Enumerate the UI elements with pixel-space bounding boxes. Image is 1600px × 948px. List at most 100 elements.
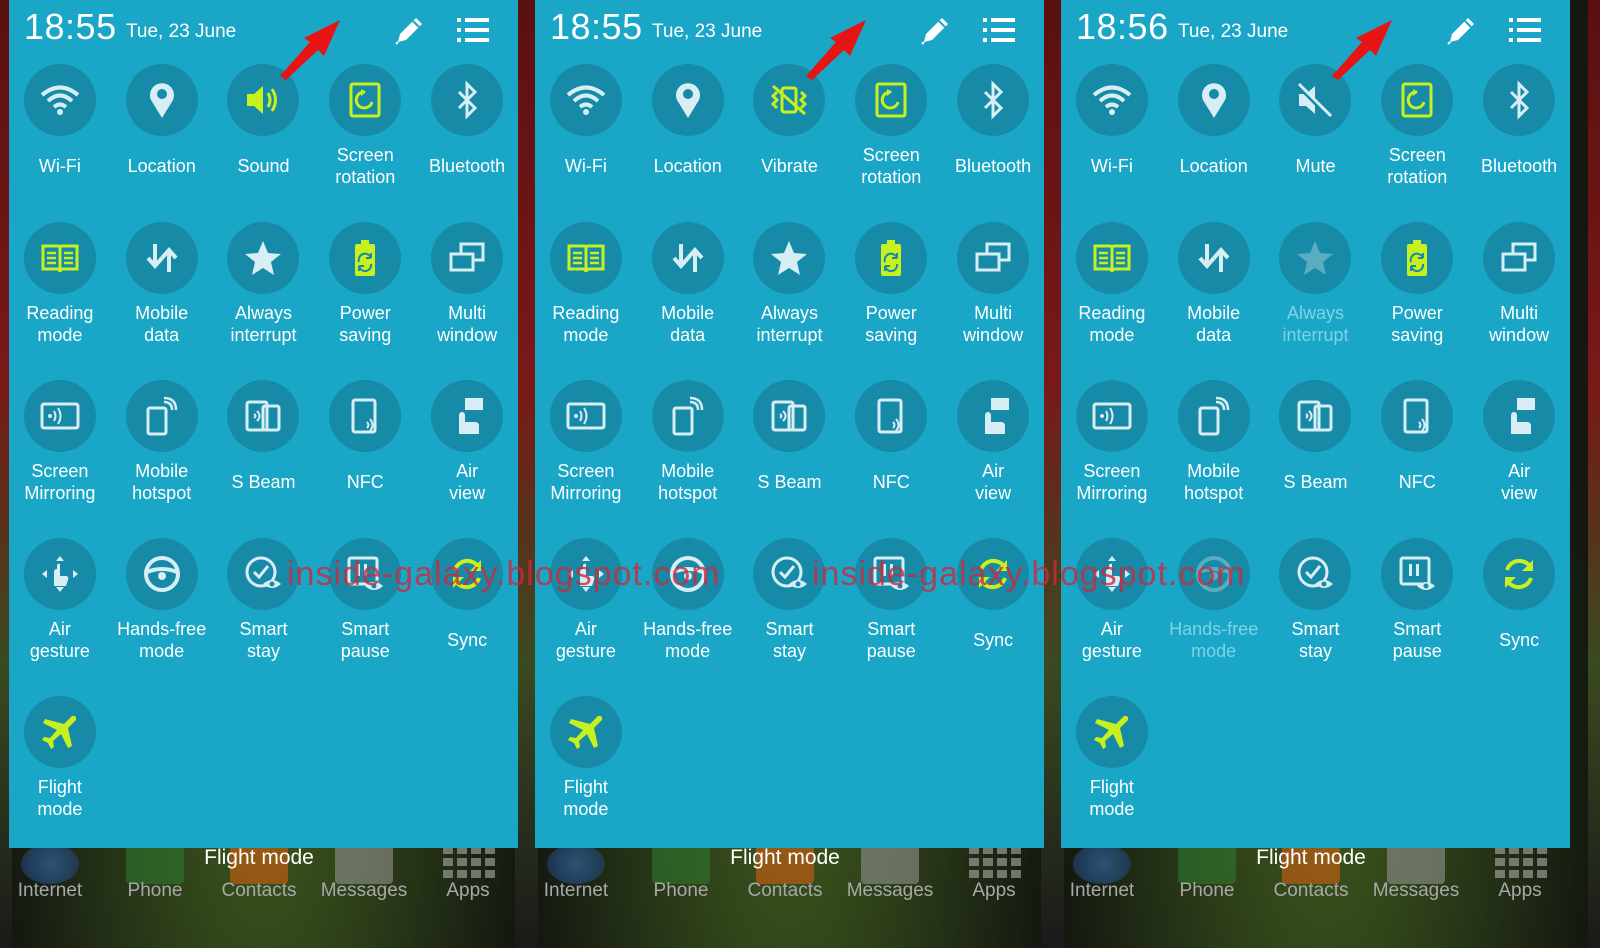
toggle-screen-mirroring[interactable]: Screen Mirroring <box>9 380 111 538</box>
s-beam-icon[interactable] <box>1279 380 1352 452</box>
toggle-screen-mirroring[interactable]: Screen Mirroring <box>1061 380 1163 538</box>
mobile-data-icon[interactable] <box>1177 222 1250 294</box>
dock-label-internet[interactable]: Internet <box>544 880 608 902</box>
toggle-mobile-data[interactable]: Mobile data <box>1163 222 1265 380</box>
toggle-multi-window[interactable]: Multi window <box>416 222 518 380</box>
s-beam-icon[interactable] <box>753 380 826 452</box>
toggle-reading-mode[interactable]: Reading mode <box>535 222 637 380</box>
nfc-icon[interactable] <box>855 380 928 452</box>
location-icon[interactable] <box>1177 64 1250 136</box>
dock-label-apps[interactable]: Apps <box>972 880 1015 902</box>
toggle-mobile-data[interactable]: Mobile data <box>637 222 739 380</box>
toggle-s-beam[interactable]: S Beam <box>213 380 315 538</box>
toggle-power-saving[interactable]: Power saving <box>314 222 416 380</box>
airplane-icon[interactable] <box>23 696 96 768</box>
toggle-reading-mode[interactable]: Reading mode <box>9 222 111 380</box>
toggle-location[interactable]: Location <box>1163 64 1265 222</box>
toggle-always-interrupt[interactable]: Always interrupt <box>739 222 841 380</box>
dock-label-internet[interactable]: Internet <box>18 880 82 902</box>
toggle-wifi[interactable]: Wi-Fi <box>9 64 111 222</box>
s-beam-icon[interactable] <box>227 380 300 452</box>
toggle-screen-rotation[interactable]: Screen rotation <box>1366 64 1468 222</box>
screen-mirroring-icon[interactable] <box>549 380 622 452</box>
location-icon[interactable] <box>125 64 198 136</box>
air-view-icon[interactable] <box>431 380 504 452</box>
toggle-smart-pause[interactable]: Smart pause <box>1366 538 1468 696</box>
dock-label-apps[interactable]: Apps <box>1498 880 1541 902</box>
star-icon[interactable] <box>1279 222 1352 294</box>
wifi-icon[interactable] <box>1075 64 1148 136</box>
dock-label-phone[interactable]: Phone <box>654 880 709 902</box>
toggle-screen-rotation[interactable]: Screen rotation <box>314 64 416 222</box>
toggle-always-interrupt[interactable]: Always interrupt <box>213 222 315 380</box>
list-icon[interactable] <box>1507 14 1543 46</box>
sync-icon[interactable] <box>1483 538 1556 610</box>
bluetooth-icon[interactable] <box>431 64 504 136</box>
toggle-smart-stay[interactable]: Smart stay <box>1265 538 1367 696</box>
multi-window-icon[interactable] <box>957 222 1030 294</box>
wifi-icon[interactable] <box>23 64 96 136</box>
toggle-screen-mirroring[interactable]: Screen Mirroring <box>535 380 637 538</box>
toggle-bluetooth[interactable]: Bluetooth <box>1468 64 1570 222</box>
nfc-icon[interactable] <box>1381 380 1454 452</box>
toggle-s-beam[interactable]: S Beam <box>739 380 841 538</box>
toggle-location[interactable]: Location <box>111 64 213 222</box>
smart-stay-icon[interactable] <box>1279 538 1352 610</box>
bluetooth-icon[interactable] <box>957 64 1030 136</box>
air-gesture-icon[interactable] <box>23 538 96 610</box>
dock-label-contacts[interactable]: Contacts <box>222 880 297 902</box>
dock-label-messages[interactable]: Messages <box>1373 880 1460 902</box>
location-icon[interactable] <box>651 64 724 136</box>
toggle-mobile-data[interactable]: Mobile data <box>111 222 213 380</box>
toggle-sound[interactable]: Mute <box>1265 64 1367 222</box>
mobile-hotspot-icon[interactable] <box>651 380 724 452</box>
nfc-icon[interactable] <box>329 380 402 452</box>
toggle-air-view[interactable]: Air view <box>416 380 518 538</box>
reading-mode-icon[interactable] <box>1075 222 1148 294</box>
toggle-mobile-hotspot[interactable]: Mobile hotspot <box>1163 380 1265 538</box>
air-view-icon[interactable] <box>957 380 1030 452</box>
dock-label-phone[interactable]: Phone <box>1180 880 1235 902</box>
toggle-nfc[interactable]: NFC <box>840 380 942 538</box>
dock-label-messages[interactable]: Messages <box>321 880 408 902</box>
airplane-icon[interactable] <box>549 696 622 768</box>
screen-mirroring-icon[interactable] <box>1075 380 1148 452</box>
list-icon[interactable] <box>981 14 1017 46</box>
air-view-icon[interactable] <box>1483 380 1556 452</box>
mobile-data-icon[interactable] <box>651 222 724 294</box>
star-icon[interactable] <box>753 222 826 294</box>
toggle-power-saving[interactable]: Power saving <box>1366 222 1468 380</box>
bluetooth-icon[interactable] <box>1483 64 1556 136</box>
multi-window-icon[interactable] <box>1483 222 1556 294</box>
toggle-sync[interactable]: Sync <box>1468 538 1570 696</box>
toggle-air-view[interactable]: Air view <box>942 380 1044 538</box>
toggle-flight-mode[interactable]: Flight mode <box>1061 696 1163 854</box>
toggle-reading-mode[interactable]: Reading mode <box>1061 222 1163 380</box>
toggle-bluetooth[interactable]: Bluetooth <box>416 64 518 222</box>
toggle-nfc[interactable]: NFC <box>314 380 416 538</box>
toggle-sound[interactable]: Vibrate <box>739 64 841 222</box>
reading-mode-icon[interactable] <box>549 222 622 294</box>
power-saving-icon[interactable] <box>1381 222 1454 294</box>
toggle-multi-window[interactable]: Multi window <box>1468 222 1570 380</box>
toggle-power-saving[interactable]: Power saving <box>840 222 942 380</box>
toggle-nfc[interactable]: NFC <box>1366 380 1468 538</box>
toggle-air-view[interactable]: Air view <box>1468 380 1570 538</box>
toggle-wifi[interactable]: Wi-Fi <box>535 64 637 222</box>
mobile-data-icon[interactable] <box>125 222 198 294</box>
screen-mirroring-icon[interactable] <box>23 380 96 452</box>
power-saving-icon[interactable] <box>855 222 928 294</box>
smart-pause-icon[interactable] <box>1381 538 1454 610</box>
dock-label-apps[interactable]: Apps <box>446 880 489 902</box>
toggle-sound[interactable]: Sound <box>213 64 315 222</box>
toggle-hands-free-mode[interactable]: Hands-free mode <box>111 538 213 696</box>
toggle-bluetooth[interactable]: Bluetooth <box>942 64 1044 222</box>
dock-label-contacts[interactable]: Contacts <box>748 880 823 902</box>
dock-label-internet[interactable]: Internet <box>1070 880 1134 902</box>
toggle-mobile-hotspot[interactable]: Mobile hotspot <box>111 380 213 538</box>
dock-label-phone[interactable]: Phone <box>128 880 183 902</box>
list-icon[interactable] <box>455 14 491 46</box>
edit-icon[interactable] <box>918 12 954 48</box>
power-saving-icon[interactable] <box>329 222 402 294</box>
toggle-mobile-hotspot[interactable]: Mobile hotspot <box>637 380 739 538</box>
